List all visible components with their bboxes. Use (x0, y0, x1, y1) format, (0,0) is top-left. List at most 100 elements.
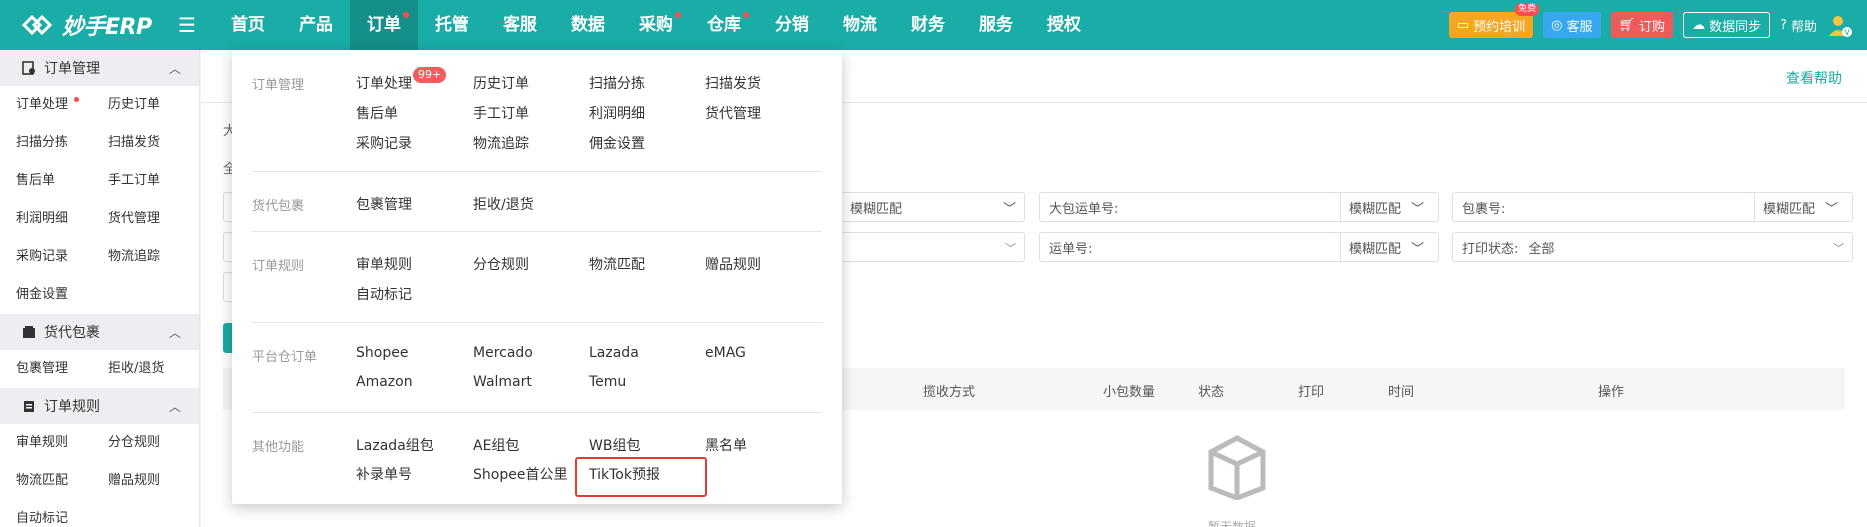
menu-item-rejection-return[interactable]: 拒收/退货 (473, 194, 534, 214)
menu-item-scan-sort[interactable]: 扫描分拣 (589, 73, 645, 93)
sidebar-item-warehouse-rules[interactable]: 分仓规则 (108, 424, 199, 462)
print-status-select[interactable]: 打印状态: 全部 ﹀ (1452, 232, 1853, 262)
nav-logistics[interactable]: 物流 (826, 0, 894, 50)
menu-item-manual-orders[interactable]: 手工订单 (473, 103, 529, 123)
match-mode-select[interactable]: 模糊匹配 ﹀ (1340, 193, 1438, 221)
menu-item-blacklist[interactable]: 黑名单 (705, 435, 747, 455)
sidebar-group-order-management[interactable]: 订单管理 ︿ (0, 50, 199, 86)
sidebar-item-order-processing[interactable]: 订单处理 (16, 86, 108, 124)
nav-label: 服务 (978, 15, 1013, 35)
menu-item-purchase-records[interactable]: 采购记录 (356, 133, 412, 153)
sidebar-item-auto-mark[interactable]: 自动标记 (16, 500, 108, 527)
field-label: 大包运单号: (1049, 201, 1119, 217)
sidebar-item-forwarder[interactable]: 货代管理 (108, 200, 199, 238)
brand-name: 妙手ERP (62, 15, 152, 40)
item-label: 审单规则 (16, 435, 69, 450)
field-label: 打印状态: (1462, 241, 1519, 257)
menu-item-review-rules[interactable]: 审单规则 (356, 254, 412, 274)
menu-item-history-orders[interactable]: 历史订单 (473, 73, 529, 93)
group-title: 订单规则 (44, 399, 100, 415)
sidebar-item-history-orders[interactable]: 历史订单 (108, 86, 199, 124)
main-nav: 首页 产品 订单 托管 客服 数据 采购 仓库 分销 物流 财务 服务 授权 (214, 0, 1098, 50)
notification-dot (402, 12, 409, 18)
nav-warehouse[interactable]: 仓库 (690, 0, 758, 50)
match-mode-select[interactable]: 模糊匹配 ﹀ (841, 192, 1025, 222)
menu-item-shopee[interactable]: Shopee (356, 345, 408, 361)
sidebar-item-profit-details[interactable]: 利润明细 (16, 200, 108, 238)
sidebar-item-logistics-tracking[interactable]: 物流追踪 (108, 238, 199, 276)
section-title: 订单管理 (252, 78, 305, 93)
sidebar-group-order-rules[interactable]: 订单规则 ︿ (0, 388, 199, 424)
subscribe-button[interactable]: 🛒︎ 订购 (1610, 12, 1674, 38)
menu-item-logistics-matching[interactable]: 物流匹配 (589, 254, 645, 274)
nav-finance[interactable]: 财务 (894, 0, 962, 50)
menu-item-wb-package[interactable]: WB组包 (589, 435, 640, 455)
nav-distribution[interactable]: 分销 (758, 0, 826, 50)
menu-item-order-processing[interactable]: 订单处理 (356, 73, 412, 93)
menu-item-supplement-tracking[interactable]: 补录单号 (356, 464, 412, 484)
nav-customer-service[interactable]: 客服 (486, 0, 554, 50)
menu-item-mercado[interactable]: Mercado (473, 345, 533, 361)
match-mode-select[interactable]: 模糊匹配 ﹀ (1754, 193, 1852, 221)
menu-item-walmart[interactable]: Walmart (473, 374, 532, 390)
nav-authorization[interactable]: 授权 (1030, 0, 1098, 50)
avatar[interactable]: V (1827, 12, 1853, 38)
sidebar-item-after-sales[interactable]: 售后单 (16, 162, 108, 200)
sidebar-item-logistics-matching[interactable]: 物流匹配 (16, 462, 108, 500)
menu-toggle-icon[interactable]: ☰ (178, 13, 196, 37)
menu-item-scan-ship[interactable]: 扫描发货 (705, 73, 761, 93)
help-label: 帮助 (1790, 19, 1817, 35)
sidebar-item-rejection-return[interactable]: 拒收/退货 (108, 350, 199, 388)
tracking-number-field[interactable]: 运单号: 模糊匹配 ﹀ (1039, 232, 1439, 262)
sidebar-item-scan-ship[interactable]: 扫描发货 (108, 124, 199, 162)
item-label: 赠品规则 (108, 473, 161, 488)
nav-orders[interactable]: 订单 (349, 0, 418, 50)
menu-item-logistics-tracking[interactable]: 物流追踪 (473, 133, 529, 153)
menu-item-warehouse-rules[interactable]: 分仓规则 (473, 254, 529, 274)
menu-item-gift-rules[interactable]: 赠品规则 (705, 254, 761, 274)
logo-icon (21, 14, 53, 36)
sidebar-item-commission[interactable]: 佣金设置 (16, 276, 108, 314)
sidebar-item-manual-orders[interactable]: 手工订单 (108, 162, 199, 200)
view-help-link[interactable]: 查看帮助 (1786, 68, 1842, 88)
help-button[interactable]: ? 帮助 (1780, 16, 1817, 35)
empty-box-icon (1208, 435, 1266, 500)
section-divider (252, 171, 822, 172)
nav-purchase[interactable]: 采购 (622, 0, 690, 50)
menu-item-after-sales[interactable]: 售后单 (356, 103, 398, 123)
menu-item-profit-details[interactable]: 利润明细 (589, 103, 645, 123)
nav-label: 物流 (842, 15, 877, 35)
filter-select[interactable]: ﹀ (841, 232, 1025, 262)
sidebar-item-review-rules[interactable]: 审单规则 (16, 424, 108, 462)
book-training-button[interactable]: ▭ 预约培训 免费 (1448, 3, 1540, 38)
nav-home[interactable]: 首页 (214, 0, 282, 50)
menu-item-lazada-package[interactable]: Lazada组包 (356, 435, 434, 455)
sidebar-item-gift-rules[interactable]: 赠品规则 (108, 462, 199, 500)
menu-item-temu[interactable]: Temu (589, 374, 626, 390)
nav-products[interactable]: 产品 (282, 0, 350, 50)
menu-item-amazon[interactable]: Amazon (356, 374, 413, 390)
menu-item-shopee-first-mile[interactable]: Shopee首公里 (473, 464, 567, 484)
sidebar-group-packages[interactable]: 货代包裹 ︿ (0, 314, 199, 350)
menu-item-auto-mark[interactable]: 自动标记 (356, 284, 412, 304)
sidebar-item-scan-sort[interactable]: 扫描分拣 (16, 124, 108, 162)
menu-item-commission[interactable]: 佣金设置 (589, 133, 645, 153)
brand-logo[interactable]: 妙手ERP (0, 9, 170, 41)
data-sync-button[interactable]: ☁ 数据同步 (1683, 12, 1771, 38)
menu-item-forwarder[interactable]: 货代管理 (705, 103, 761, 123)
nav-data[interactable]: 数据 (554, 0, 622, 50)
nav-services[interactable]: 服务 (962, 0, 1030, 50)
sidebar-item-package-management[interactable]: 包裹管理 (16, 350, 108, 388)
sidebar-item-purchase-records[interactable]: 采购记录 (16, 238, 108, 276)
menu-item-package-management[interactable]: 包裹管理 (356, 194, 412, 214)
match-mode-select[interactable]: 模糊匹配 ﹀ (1340, 233, 1438, 261)
menu-item-ae-package[interactable]: AE组包 (473, 435, 519, 455)
package-number-field[interactable]: 包裹号: 模糊匹配 ﹀ (1452, 192, 1853, 222)
menu-item-lazada[interactable]: Lazada (589, 345, 639, 361)
chevron-down-icon: ﹀ (1005, 242, 1016, 255)
big-package-tracking-field[interactable]: 大包运单号: 模糊匹配 ﹀ (1039, 192, 1439, 222)
menu-item-emag[interactable]: eMAG (705, 345, 746, 361)
nav-hosting[interactable]: 托管 (418, 0, 486, 50)
item-label: 采购记录 (16, 249, 69, 264)
customer-service-button[interactable]: ◎ 客服 (1543, 12, 1601, 38)
